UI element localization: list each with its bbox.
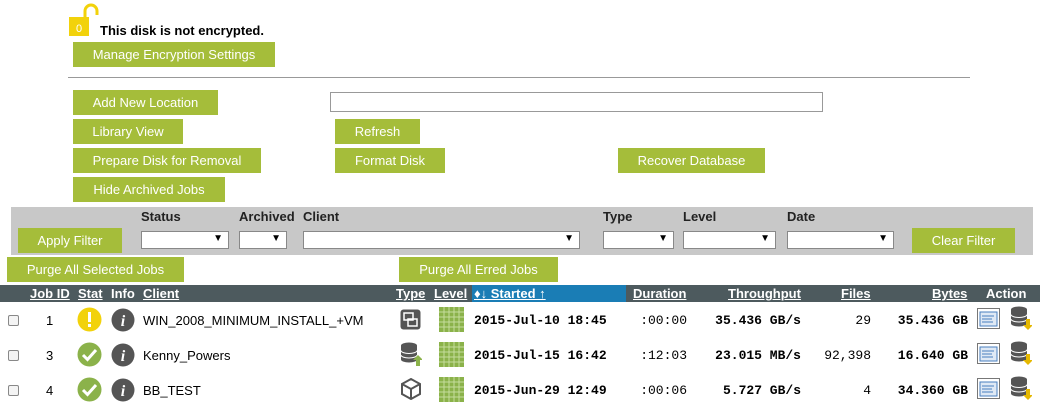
started-date: 2015-Jul-10 18:45 [474, 313, 607, 328]
col-bytes[interactable]: Bytes [932, 286, 967, 301]
warning-icon [77, 307, 102, 335]
throughput: 35.436 GB/s [715, 313, 801, 328]
files-count: 92,398 [824, 348, 871, 363]
started-date: 2015-Jul-15 16:42 [474, 348, 607, 363]
client-name: BB_TEST [143, 383, 201, 398]
row-checkbox[interactable] [8, 385, 19, 396]
filter-level-label: Level [683, 209, 717, 224]
client-select[interactable]: ▼ [303, 231, 580, 249]
unlocked-padlock-icon: 0 [68, 3, 100, 37]
col-duration[interactable]: Duration [633, 286, 686, 301]
view-log-icon[interactable] [977, 378, 1000, 402]
started-date: 2015-Jun-29 12:49 [474, 383, 607, 398]
level-select[interactable]: ▼ [683, 231, 776, 249]
job-id: 4 [46, 383, 54, 398]
library-view-button[interactable]: Library View [73, 119, 183, 144]
view-log-icon[interactable] [977, 343, 1000, 367]
database-restore-icon [400, 342, 423, 369]
restore-database-icon[interactable] [1010, 306, 1033, 333]
recover-database-button[interactable]: Recover Database [618, 148, 765, 173]
view-log-icon[interactable] [977, 308, 1000, 332]
bytes: 34.360 GB [897, 383, 968, 398]
client-name: Kenny_Powers [143, 348, 231, 363]
svg-text:i: i [121, 383, 126, 400]
info-icon[interactable]: i [111, 308, 135, 335]
refresh-button[interactable]: Refresh [335, 119, 420, 144]
status-select[interactable]: ▼ [141, 231, 229, 249]
row-checkbox[interactable] [8, 315, 19, 326]
purge-selected-jobs-button[interactable]: Purge All Selected Jobs [7, 257, 184, 282]
job-id: 1 [46, 313, 54, 328]
box-icon [400, 377, 422, 403]
duration: :00:00 [640, 313, 687, 328]
location-input[interactable] [330, 92, 823, 112]
files-count: 4 [863, 383, 871, 398]
filter-status-label: Status [141, 209, 181, 224]
level-grid-icon [439, 342, 464, 370]
col-throughput[interactable]: Throughput [728, 286, 801, 301]
chevron-down-icon: ▼ [213, 233, 223, 244]
chevron-down-icon: ▼ [564, 233, 574, 244]
bytes: 16.640 GB [897, 348, 968, 363]
col-info: Info [111, 286, 135, 301]
col-action: Action [986, 286, 1027, 301]
chevron-down-icon: ▼ [658, 233, 668, 244]
restore-database-icon[interactable] [1010, 341, 1033, 368]
filter-client-label: Client [303, 209, 340, 224]
restore-database-icon[interactable] [1010, 376, 1033, 403]
prepare-disk-button[interactable]: Prepare Disk for Removal [73, 148, 261, 173]
col-files[interactable]: Files [841, 286, 871, 301]
files-count: 29 [855, 313, 871, 328]
svg-text:i: i [121, 348, 126, 365]
bytes: 35.436 GB [897, 313, 968, 328]
hide-archived-jobs-button[interactable]: Hide Archived Jobs [73, 177, 225, 202]
duration: :12:03 [640, 348, 687, 363]
col-job-id[interactable]: Job ID [30, 286, 70, 301]
encryption-status-text: This disk is not encrypted. [100, 23, 264, 38]
clear-filter-button[interactable]: Clear Filter [912, 228, 1015, 253]
job-id: 3 [46, 348, 54, 363]
date-select[interactable]: ▼ [787, 231, 894, 249]
throughput: 23.015 MB/s [715, 348, 801, 363]
svg-text:i: i [121, 313, 126, 330]
filter-date-label: Date [787, 209, 816, 224]
filter-type-label: Type [603, 209, 633, 224]
chevron-down-icon: ▼ [878, 233, 888, 244]
chevron-down-icon: ▼ [760, 233, 770, 244]
row-checkbox[interactable] [8, 350, 19, 361]
filter-archived-label: Archived [239, 209, 295, 224]
client-name: WIN_2008_MINIMUM_INSTALL_+VM [143, 313, 364, 328]
add-new-location-button[interactable]: Add New Location [73, 90, 218, 115]
format-disk-button[interactable]: Format Disk [335, 148, 445, 173]
type-select[interactable]: ▼ [603, 231, 674, 249]
col-stat[interactable]: Stat [78, 286, 103, 301]
purge-erred-jobs-button[interactable]: Purge All Erred Jobs [399, 257, 558, 282]
info-icon[interactable]: i [111, 378, 135, 405]
throughput: 5.727 GB/s [722, 383, 801, 398]
vm-replication-icon [400, 309, 421, 333]
col-started[interactable]: ♦↓ Started ↑ [474, 286, 546, 301]
apply-filter-button[interactable]: Apply Filter [18, 228, 122, 253]
col-client[interactable]: Client [143, 286, 179, 301]
chevron-down-icon: ▼ [271, 233, 281, 244]
col-level[interactable]: Level [434, 286, 467, 301]
level-grid-icon [439, 307, 464, 335]
success-icon [77, 342, 102, 370]
success-icon [77, 377, 102, 405]
info-icon[interactable]: i [111, 343, 135, 370]
archived-select[interactable]: ▼ [239, 231, 287, 249]
duration: :00:06 [640, 383, 687, 398]
level-grid-icon [439, 377, 464, 405]
svg-text:0: 0 [76, 23, 82, 35]
manage-encryption-button[interactable]: Manage Encryption Settings [73, 42, 275, 67]
col-type[interactable]: Type [396, 286, 425, 301]
section-divider [68, 77, 970, 78]
